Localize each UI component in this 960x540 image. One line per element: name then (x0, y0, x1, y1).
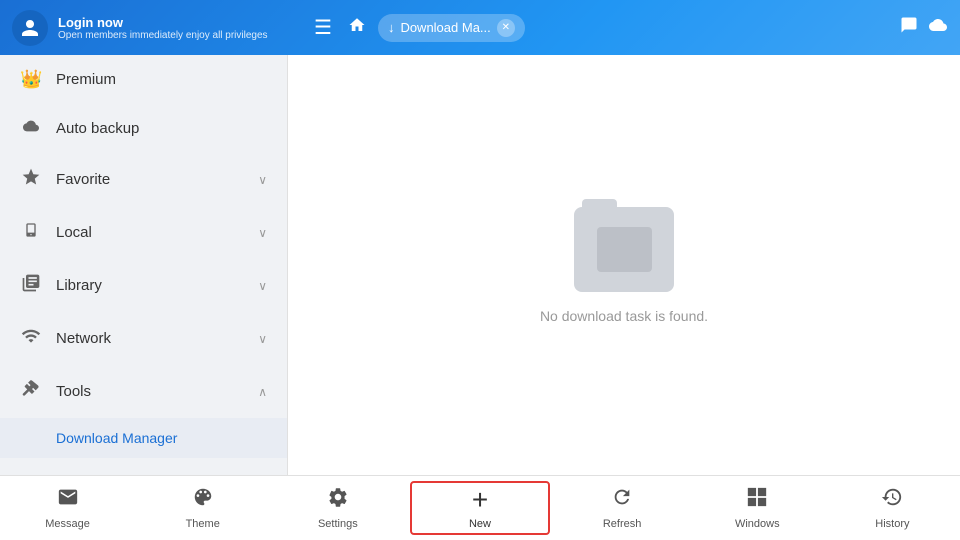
avatar[interactable] (12, 10, 48, 46)
phone-icon (20, 220, 42, 245)
network-icon (20, 326, 42, 351)
empty-folder-icon (574, 207, 674, 292)
sidebar-item-label: Network (56, 330, 244, 347)
download-tab[interactable]: ↓ Download Ma... ✕ (378, 14, 525, 42)
bottom-item-theme[interactable]: Theme (135, 476, 270, 540)
refresh-icon (611, 486, 633, 514)
download-tab-arrow: ↓ (388, 20, 395, 35)
folder-inner (597, 227, 652, 272)
sidebar-item-network[interactable]: Network ∨ (0, 312, 287, 365)
sidebar-item-local[interactable]: Local ∨ (0, 206, 287, 259)
sidebar-item-label: Favorite (56, 171, 244, 188)
main-area: 👑 Premium Auto backup Favorite ∨ Local ∨ (0, 55, 960, 475)
cloud-icon[interactable] (928, 16, 948, 39)
login-subtitle: Open members immediately enjoy all privi… (58, 30, 268, 41)
sidebar-item-label: Auto backup (56, 120, 267, 137)
sidebar-item-label: Tools (56, 383, 244, 400)
crown-icon: 👑 (20, 69, 42, 90)
bottom-item-label: Message (45, 518, 90, 530)
top-bar: Login now Open members immediately enjoy… (0, 0, 960, 55)
bottom-bar: Message Theme Settings + New Refresh Win… (0, 475, 960, 540)
hamburger-button[interactable]: ☰ (310, 11, 336, 44)
bottom-item-label: History (875, 518, 909, 530)
sidebar-item-download-manager[interactable]: Download Manager (0, 418, 287, 458)
bottom-item-message[interactable]: Message (0, 476, 135, 540)
tab-close-button[interactable]: ✕ (497, 19, 515, 37)
sidebar-item-premium[interactable]: 👑 Premium (0, 55, 287, 104)
sidebar-item-label: Local (56, 224, 244, 241)
empty-message: No download task is found. (540, 308, 708, 324)
bottom-item-label: Theme (186, 518, 220, 530)
bottom-item-label: Settings (318, 518, 358, 530)
top-bar-left: Login now Open members immediately enjoy… (12, 10, 300, 46)
bottom-item-new[interactable]: + New (410, 481, 549, 535)
sidebar-item-tools[interactable]: Tools ∧ (0, 365, 287, 418)
chevron-up-icon: ∧ (258, 385, 267, 399)
home-button[interactable] (344, 12, 370, 43)
bottom-item-label: Windows (735, 518, 780, 530)
chevron-down-icon: ∨ (258, 332, 267, 346)
top-bar-icons (900, 16, 948, 39)
login-info: Login now Open members immediately enjoy… (58, 15, 268, 41)
bottom-item-refresh[interactable]: Refresh (555, 476, 690, 540)
download-manager-label: Download Manager (56, 430, 177, 446)
cloud-backup-icon (20, 118, 42, 139)
message-tab-icon[interactable] (900, 16, 918, 39)
bottom-item-windows[interactable]: Windows (690, 476, 825, 540)
plus-icon: + (472, 486, 488, 514)
bottom-item-label: New (469, 518, 491, 530)
content-area: No download task is found. (288, 55, 960, 475)
tools-icon (20, 379, 42, 404)
login-title: Login now (58, 15, 268, 30)
chevron-down-icon: ∨ (258, 279, 267, 293)
windows-icon (746, 486, 768, 514)
settings-icon (327, 486, 349, 514)
sidebar-item-auto-backup[interactable]: Auto backup (0, 104, 287, 153)
message-icon (57, 486, 79, 514)
library-icon (20, 273, 42, 298)
theme-icon (192, 486, 214, 514)
download-tab-label: Download Ma... (400, 20, 490, 35)
bottom-item-label: Refresh (603, 518, 642, 530)
star-icon (20, 167, 42, 192)
history-icon (881, 486, 903, 514)
sidebar-item-label: Library (56, 277, 244, 294)
chevron-down-icon: ∨ (258, 173, 267, 187)
sidebar-item-library[interactable]: Library ∨ (0, 259, 287, 312)
bottom-item-history[interactable]: History (825, 476, 960, 540)
sidebar-item-favorite[interactable]: Favorite ∨ (0, 153, 287, 206)
bottom-item-settings[interactable]: Settings (270, 476, 405, 540)
sidebar: 👑 Premium Auto backup Favorite ∨ Local ∨ (0, 55, 288, 475)
chevron-down-icon: ∨ (258, 226, 267, 240)
sidebar-item-label: Premium (56, 71, 267, 88)
top-bar-right: ☰ ↓ Download Ma... ✕ (310, 11, 948, 44)
